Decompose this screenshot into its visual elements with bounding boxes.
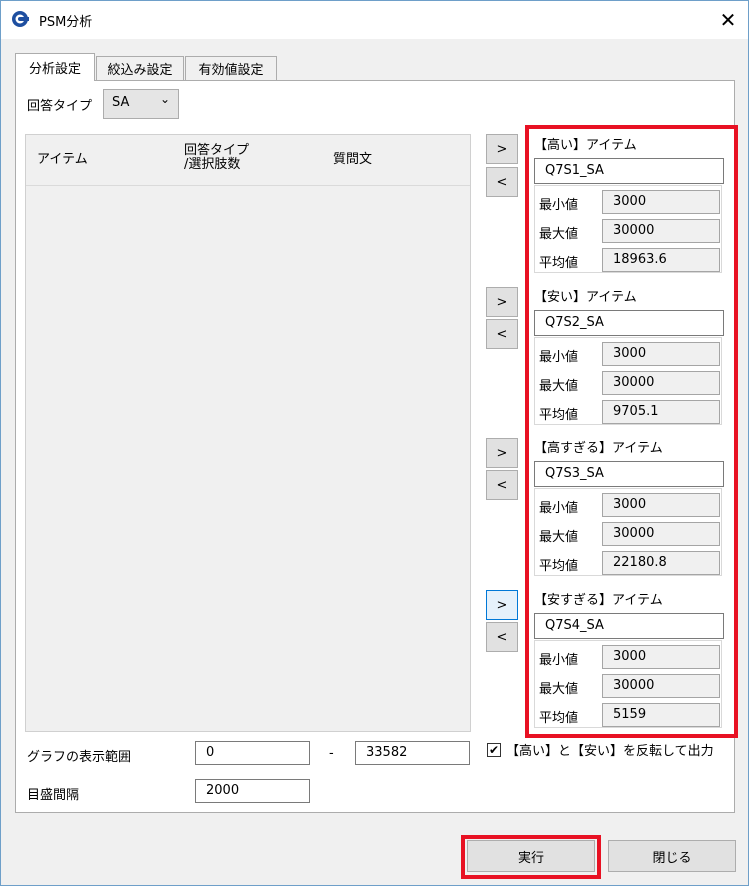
- column-header-item: アイテム: [37, 152, 88, 167]
- column-header-question: 質問文: [333, 152, 373, 167]
- tick-interval-input[interactable]: 2000: [195, 779, 310, 803]
- tab-analysis-settings[interactable]: 分析設定: [15, 53, 95, 81]
- chevron-down-icon: ⌄: [159, 92, 170, 106]
- too-cheap-avg-value: 5159: [602, 703, 720, 727]
- too-cheap-min-value: 3000: [602, 645, 720, 669]
- dialog-window: PSM分析 ✕ 分析設定 絞込み設定 有効値設定 回答タイプ SA ⌄ アイテム…: [0, 0, 749, 886]
- too-cheap-min-label: 最小値: [539, 653, 579, 668]
- cheap-avg-label: 平均値: [539, 408, 579, 423]
- graph-range-from-input[interactable]: 0: [195, 741, 310, 765]
- close-button[interactable]: 閉じる: [608, 840, 736, 872]
- high-avg-value: 18963.6: [602, 248, 720, 272]
- too-high-min-label: 最小値: [539, 501, 579, 516]
- cheap-max-value: 30000: [602, 371, 720, 395]
- too-high-item-field[interactable]: Q7S3_SA: [534, 461, 724, 487]
- column-header-answer-type-line2: /選択肢数: [184, 157, 241, 172]
- cheap-item-field[interactable]: Q7S2_SA: [534, 310, 724, 336]
- run-button[interactable]: 実行: [467, 840, 595, 872]
- add-too-high-item-button[interactable]: >: [486, 438, 518, 468]
- too-cheap-item-field[interactable]: Q7S4_SA: [534, 613, 724, 639]
- too-high-avg-label: 平均値: [539, 559, 579, 574]
- cheap-item-title: 【安い】アイテム: [534, 290, 637, 305]
- add-cheap-item-button[interactable]: >: [486, 287, 518, 317]
- remove-cheap-item-button[interactable]: <: [486, 319, 518, 349]
- cheap-avg-value: 9705.1: [602, 400, 720, 424]
- cheap-min-label: 最小値: [539, 350, 579, 365]
- title-bar: PSM分析 ✕: [1, 1, 748, 39]
- high-max-value: 30000: [602, 219, 720, 243]
- too-cheap-avg-label: 平均値: [539, 711, 579, 726]
- tick-interval-label: 目盛間隔: [27, 788, 80, 803]
- item-list[interactable]: アイテム 回答タイプ /選択肢数 質問文: [25, 134, 471, 732]
- too-high-max-value: 30000: [602, 522, 720, 546]
- high-item-title: 【高い】アイテム: [534, 138, 637, 153]
- graph-range-to-input[interactable]: 33582: [355, 741, 470, 765]
- add-high-item-button[interactable]: >: [486, 134, 518, 164]
- tab-filter-settings[interactable]: 絞込み設定: [96, 56, 184, 80]
- too-cheap-max-value: 30000: [602, 674, 720, 698]
- app-logo-icon: [12, 11, 29, 27]
- cheap-max-label: 最大値: [539, 379, 579, 394]
- window-title: PSM分析: [39, 15, 93, 30]
- column-header-answer-type: 回答タイプ /選択肢数: [184, 144, 249, 172]
- too-high-item-title: 【高すぎる】アイテム: [534, 441, 663, 456]
- remove-too-cheap-item-button[interactable]: <: [486, 622, 518, 652]
- high-min-value: 3000: [602, 190, 720, 214]
- answer-type-value: SA: [112, 95, 130, 110]
- tab-valid-value-settings[interactable]: 有効値設定: [185, 56, 277, 80]
- invert-checkbox[interactable]: ✔: [487, 743, 501, 757]
- answer-type-label: 回答タイプ: [27, 99, 93, 114]
- too-high-avg-value: 22180.8: [602, 551, 720, 575]
- remove-high-item-button[interactable]: <: [486, 167, 518, 197]
- high-item-field[interactable]: Q7S1_SA: [534, 158, 724, 184]
- high-min-label: 最小値: [539, 198, 579, 213]
- cheap-min-value: 3000: [602, 342, 720, 366]
- column-header-answer-type-line1: 回答タイプ: [184, 143, 250, 158]
- add-too-cheap-item-button[interactable]: >: [486, 590, 518, 620]
- close-icon[interactable]: ✕: [713, 5, 743, 35]
- too-cheap-max-label: 最大値: [539, 682, 579, 697]
- answer-type-select[interactable]: SA ⌄: [103, 89, 179, 119]
- too-high-min-value: 3000: [602, 493, 720, 517]
- remove-too-high-item-button[interactable]: <: [486, 470, 518, 500]
- graph-range-separator: -: [329, 746, 334, 761]
- high-max-label: 最大値: [539, 227, 579, 242]
- too-cheap-item-title: 【安すぎる】アイテム: [534, 593, 663, 608]
- header-divider: [26, 185, 470, 186]
- too-high-max-label: 最大値: [539, 530, 579, 545]
- invert-checkbox-label: 【高い】と【安い】を反転して出力: [506, 744, 714, 759]
- graph-range-label: グラフの表示範囲: [27, 750, 132, 765]
- high-avg-label: 平均値: [539, 256, 579, 271]
